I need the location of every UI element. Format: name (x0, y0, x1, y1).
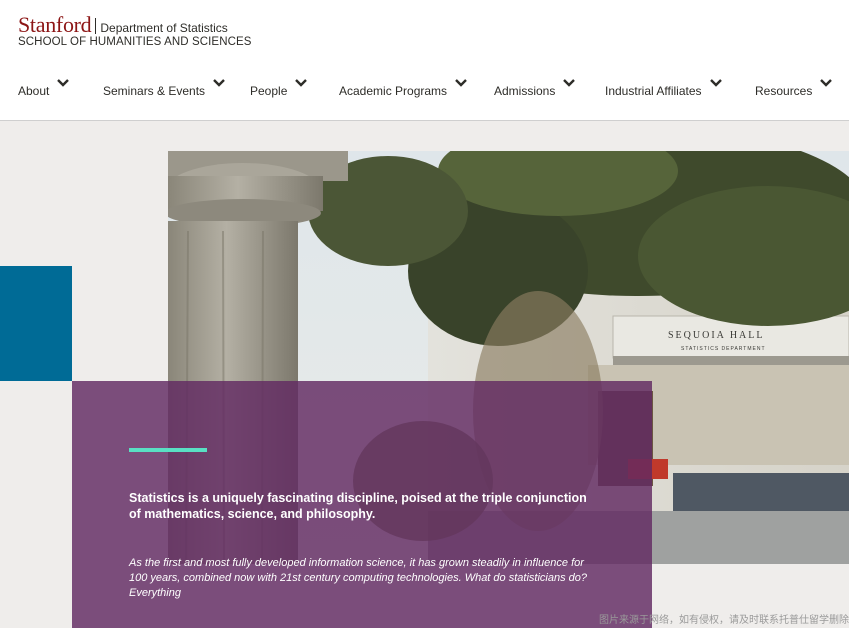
site-header: Stanford Department of Statistics SCHOOL… (0, 0, 849, 121)
nav-item-admissions[interactable]: Admissions (494, 76, 576, 98)
nav-item-academic-programs[interactable]: Academic Programs (339, 76, 468, 98)
chevron-down-icon[interactable] (56, 76, 70, 90)
brand-divider (95, 18, 97, 34)
chevron-down-icon[interactable] (294, 76, 308, 90)
accent-bar (129, 448, 207, 452)
building-subsign: STATISTICS DEPARTMENT (681, 346, 766, 352)
chevron-down-icon[interactable] (212, 76, 226, 90)
chevron-down-icon[interactable] (454, 76, 468, 90)
chevron-down-icon[interactable] (562, 76, 576, 90)
hero-headline: Statistics is a uniquely fascinating dis… (129, 491, 587, 521)
stanford-wordmark[interactable]: Stanford (18, 12, 92, 38)
department-name[interactable]: Department of Statistics (100, 21, 227, 35)
nav-item-resources[interactable]: Resources (755, 76, 833, 98)
nav-item-label: Admissions (494, 84, 556, 98)
main-nav: About Seminars & Events People Academic … (0, 76, 849, 106)
chevron-down-icon[interactable] (819, 76, 833, 90)
nav-item-label: Seminars & Events (103, 84, 206, 98)
nav-item-about[interactable]: About (18, 76, 70, 98)
nav-item-people[interactable]: People (250, 76, 308, 98)
chevron-down-icon[interactable] (709, 76, 723, 90)
nav-item-label: Industrial Affiliates (605, 84, 702, 98)
building-sign: SEQUOIA HALL (668, 330, 765, 341)
nav-item-label: Academic Programs (339, 84, 448, 98)
nav-item-seminars-events[interactable]: Seminars & Events (103, 76, 226, 98)
nav-item-label: People (250, 84, 288, 98)
decorative-blue-block (0, 266, 72, 381)
image-source-watermark: 图片来源于网络，如有侵权，请及时联系托普仕留学删除 (599, 615, 849, 626)
hero-description: As the first and most fully developed in… (129, 557, 587, 599)
nav-item-label: About (18, 84, 50, 98)
nav-item-label: Resources (755, 84, 813, 98)
hero-text-panel: Statistics is a uniquely fascinating dis… (72, 381, 652, 628)
school-name[interactable]: SCHOOL OF HUMANITIES AND SCIENCES (18, 36, 252, 48)
nav-item-industrial-affiliates[interactable]: Industrial Affiliates (605, 76, 723, 98)
site-logo[interactable]: Stanford Department of Statistics (18, 12, 228, 38)
